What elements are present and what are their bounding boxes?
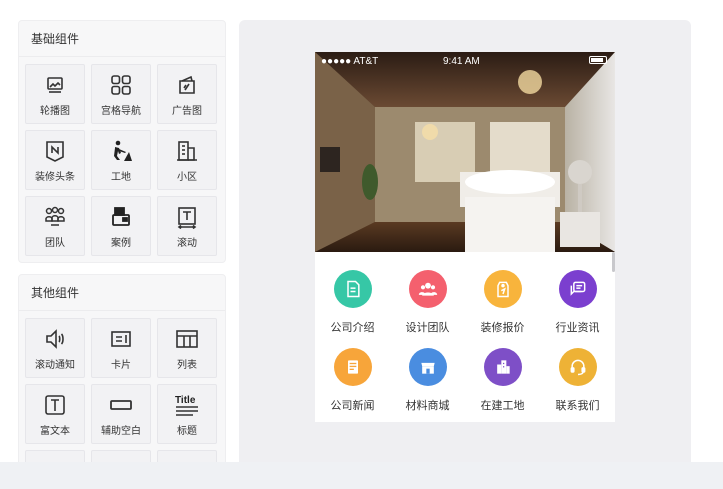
phone-preview: ●●●●● AT&T 9:41 AM 公司介绍 设计团队 装修报价 行业资讯 公… <box>315 52 615 422</box>
component-card[interactable]: 卡片 <box>91 318 151 378</box>
bedroom-photo <box>315 52 615 252</box>
nav-label: 设计团队 <box>405 322 450 334</box>
component-label: 卡片 <box>111 360 131 371</box>
component-label: 辅助空白 <box>101 426 141 437</box>
component-rich-text[interactable]: 富文本 <box>25 384 85 444</box>
list-layout-icon <box>175 327 199 351</box>
component-label: 富文本 <box>40 426 70 437</box>
component-scroll-notice[interactable]: 滚动通知 <box>25 318 85 378</box>
component-carousel[interactable]: 轮播图 <box>25 64 85 124</box>
blank-space-icon <box>109 393 133 417</box>
basic-components-panel: 基础组件 轮播图 宫格导航 广告图 装修头条 工地 小区 团队 案例 滚动 <box>18 20 226 263</box>
basic-components-title: 基础组件 <box>19 21 225 57</box>
nav-label: 在建工地 <box>480 400 525 412</box>
city-icon <box>483 348 522 386</box>
case-icon <box>109 205 133 229</box>
nav-item-company-news[interactable]: 公司新闻 <box>315 348 390 413</box>
document-icon <box>333 270 372 308</box>
nav-item-design-team[interactable]: 设计团队 <box>390 270 465 335</box>
construction-worker-icon <box>109 139 133 163</box>
headline-icon <box>43 139 67 163</box>
users-icon <box>408 270 447 308</box>
nav-item-company-intro[interactable]: 公司介绍 <box>315 270 390 335</box>
ad-image-icon <box>175 73 199 97</box>
component-title[interactable]: Title 标题 <box>157 384 217 444</box>
component-label: 案例 <box>111 238 131 249</box>
status-time: 9:41 AM <box>443 56 480 67</box>
team-icon <box>43 205 67 229</box>
carousel-icon <box>43 73 67 97</box>
component-headline[interactable]: 装修头条 <box>25 130 85 190</box>
store-icon <box>408 348 447 386</box>
component-community[interactable]: 小区 <box>157 130 217 190</box>
nav-label: 公司介绍 <box>330 322 375 334</box>
component-label: 装修头条 <box>35 172 75 183</box>
newspaper-icon <box>333 348 372 386</box>
component-list[interactable]: 列表 <box>157 318 217 378</box>
component-label: 小区 <box>177 172 197 183</box>
grid-navigation: 公司介绍 设计团队 装修报价 行业资讯 公司新闻 材料商城 在建工地 联系我们 <box>315 270 615 413</box>
component-label: 工地 <box>111 172 131 183</box>
grid-nav-icon <box>109 73 133 97</box>
svg-text:Title: Title <box>175 395 196 406</box>
building-icon <box>175 139 199 163</box>
carousel-image[interactable]: ●●●●● AT&T 9:41 AM <box>315 52 615 252</box>
title-icon: Title <box>175 393 199 417</box>
price-tag-icon <box>483 270 522 308</box>
battery-icon <box>589 56 607 64</box>
nav-item-contact-us[interactable]: 联系我们 <box>540 348 615 413</box>
nav-item-industry-news[interactable]: 行业资讯 <box>540 270 615 335</box>
component-label: 标题 <box>177 426 197 437</box>
headset-icon <box>558 348 597 386</box>
other-components-title: 其他组件 <box>19 275 225 311</box>
preview-scrollbar[interactable] <box>612 252 615 272</box>
component-label: 团队 <box>45 238 65 249</box>
component-team[interactable]: 团队 <box>25 196 85 256</box>
bottom-bar <box>0 462 723 489</box>
component-label: 列表 <box>177 360 197 371</box>
card-icon <box>109 327 133 351</box>
nav-label: 材料商城 <box>405 400 450 412</box>
component-label: 滚动 <box>177 238 197 249</box>
nav-label: 公司新闻 <box>330 400 375 412</box>
nav-label: 联系我们 <box>555 400 600 412</box>
component-label: 宫格导航 <box>101 106 141 117</box>
nav-label: 行业资讯 <box>555 322 600 334</box>
nav-item-material-store[interactable]: 材料商城 <box>390 348 465 413</box>
component-label: 滚动通知 <box>35 360 75 371</box>
other-components-panel: 其他组件 滚动通知 卡片 列表 富文本 辅助空白 Title 标题 <box>18 274 226 489</box>
component-construction[interactable]: 工地 <box>91 130 151 190</box>
nav-label: 装修报价 <box>480 322 525 334</box>
nav-item-renovation-quote[interactable]: 装修报价 <box>465 270 540 335</box>
status-bar: ●●●●● AT&T 9:41 AM <box>315 52 615 70</box>
speaker-icon <box>43 327 67 351</box>
component-label: 轮播图 <box>40 106 70 117</box>
component-case[interactable]: 案例 <box>91 196 151 256</box>
component-grid-nav[interactable]: 宫格导航 <box>91 64 151 124</box>
carrier-label: ●●●●● AT&T <box>321 56 379 67</box>
component-scroll[interactable]: 滚动 <box>157 196 217 256</box>
nav-item-construction-site[interactable]: 在建工地 <box>465 348 540 413</box>
basic-components-grid: 轮播图 宫格导航 广告图 装修头条 工地 小区 团队 案例 滚动 <box>19 57 225 256</box>
component-label: 广告图 <box>172 106 202 117</box>
chat-icon <box>558 270 597 308</box>
component-ad-image[interactable]: 广告图 <box>157 64 217 124</box>
scroll-text-icon <box>175 205 199 229</box>
rich-text-icon <box>43 393 67 417</box>
component-blank-space[interactable]: 辅助空白 <box>91 384 151 444</box>
